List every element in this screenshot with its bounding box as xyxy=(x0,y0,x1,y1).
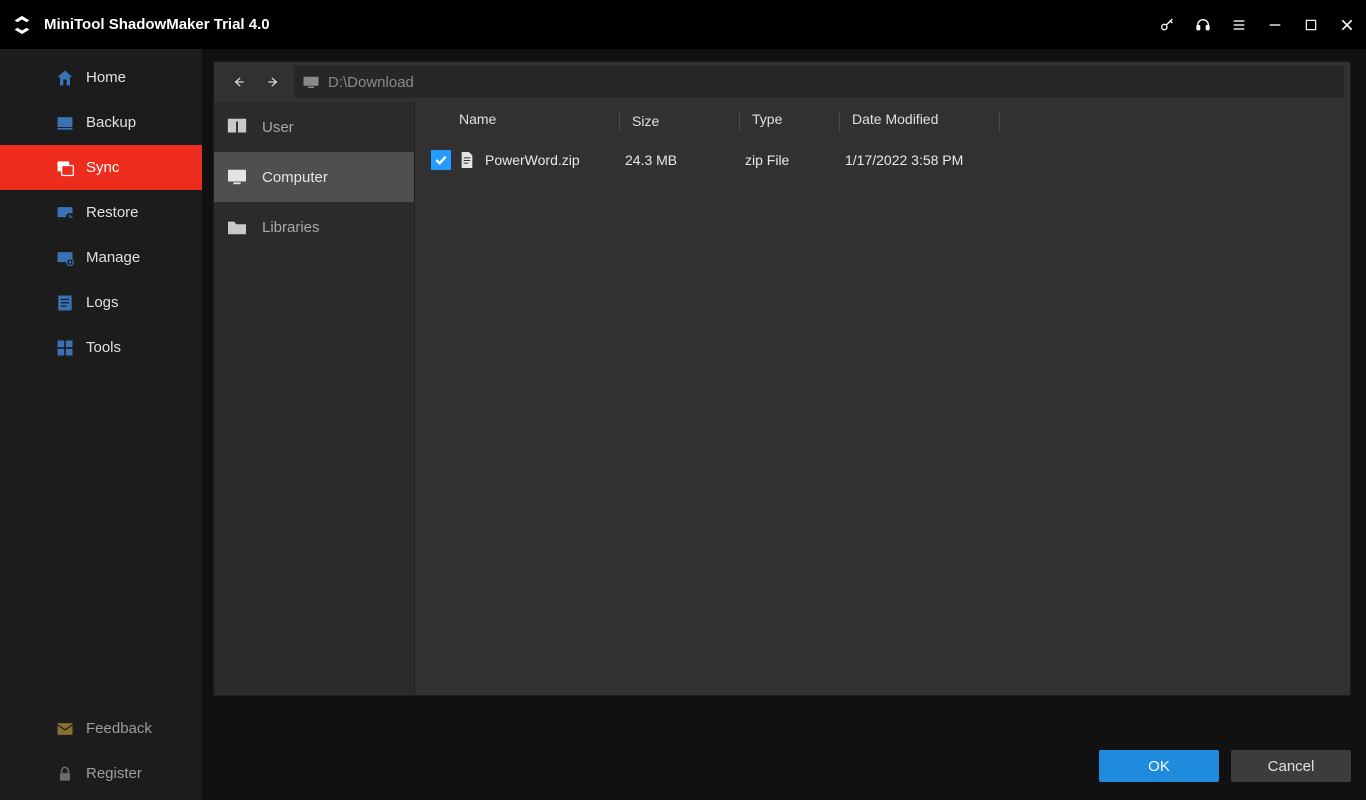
folder-icon xyxy=(226,218,248,236)
path-input[interactable]: D:\Download xyxy=(294,66,1344,98)
source-item-label: Libraries xyxy=(262,219,320,236)
sidebar-item-label: Manage xyxy=(86,249,140,266)
feedback-icon xyxy=(54,718,76,740)
sidebar-item-label: Backup xyxy=(86,114,136,131)
path-bar: D:\Download xyxy=(214,62,1350,102)
column-type[interactable]: Type xyxy=(739,111,839,131)
file-size: 24.3 MB xyxy=(613,150,733,170)
source-list: User Computer Libraries xyxy=(214,102,414,695)
sidebar-item-label: Logs xyxy=(86,294,119,311)
cancel-button[interactable]: Cancel xyxy=(1231,750,1351,782)
sidebar-item-backup[interactable]: Backup xyxy=(0,100,202,145)
app-logo-icon xyxy=(10,13,34,37)
file-icon xyxy=(459,150,477,170)
manage-icon xyxy=(54,247,76,269)
source-item-label: Computer xyxy=(262,169,328,186)
main-panel: D:\Download User Co xyxy=(202,49,1366,800)
maximize-button[interactable] xyxy=(1302,16,1320,34)
source-item-user[interactable]: User xyxy=(214,102,414,152)
column-name[interactable]: Name xyxy=(459,111,619,131)
sidebar-item-feedback[interactable]: Feedback xyxy=(0,706,202,751)
sidebar-item-restore[interactable]: Restore xyxy=(0,190,202,235)
source-item-libraries[interactable]: Libraries xyxy=(214,202,414,252)
source-item-computer[interactable]: Computer xyxy=(214,152,414,202)
source-item-label: User xyxy=(262,119,294,136)
sidebar-item-home[interactable]: Home xyxy=(0,55,202,100)
minimize-button[interactable] xyxy=(1266,16,1284,34)
close-button[interactable] xyxy=(1338,16,1356,34)
file-checkbox[interactable] xyxy=(431,150,451,170)
sidebar-item-sync[interactable]: Sync xyxy=(0,145,202,190)
app-title: MiniTool ShadowMaker Trial 4.0 xyxy=(44,16,270,33)
back-button[interactable] xyxy=(222,62,256,102)
sidebar-item-label: Feedback xyxy=(86,720,152,737)
sidebar-item-label: Home xyxy=(86,69,126,86)
file-row[interactable]: PowerWord.zip 24.3 MB zip File 1/17/2022… xyxy=(415,140,1350,180)
sidebar-item-manage[interactable]: Manage xyxy=(0,235,202,280)
user-icon xyxy=(226,116,248,138)
titlebar: MiniTool ShadowMaker Trial 4.0 xyxy=(0,0,1366,49)
forward-button[interactable] xyxy=(256,62,290,102)
sidebar-item-label: Tools xyxy=(86,339,121,356)
computer-icon xyxy=(226,168,248,186)
menu-icon[interactable] xyxy=(1230,16,1248,34)
backup-icon xyxy=(54,112,76,134)
sync-icon xyxy=(54,157,76,179)
key-icon[interactable] xyxy=(1158,16,1176,34)
column-date[interactable]: Date Modified xyxy=(839,111,999,131)
column-size[interactable]: Size xyxy=(619,111,739,131)
file-name: PowerWord.zip xyxy=(485,152,613,168)
sidebar-item-logs[interactable]: Logs xyxy=(0,280,202,325)
sidebar-item-tools[interactable]: Tools xyxy=(0,325,202,370)
file-date: 1/17/2022 3:58 PM xyxy=(833,152,993,168)
headset-icon[interactable] xyxy=(1194,16,1212,34)
file-browser: D:\Download User Co xyxy=(213,61,1351,696)
monitor-icon xyxy=(302,75,320,89)
sidebar-item-label: Restore xyxy=(86,204,139,221)
sidebar-item-label: Register xyxy=(86,765,142,782)
dialog-buttons: OK Cancel xyxy=(1099,750,1351,782)
column-header: Name Size Type Date Modified xyxy=(415,102,1350,140)
sidebar: Home Backup Sync Restore Manage xyxy=(0,49,202,800)
tools-icon xyxy=(54,337,76,359)
logs-icon xyxy=(54,292,76,314)
ok-button[interactable]: OK xyxy=(1099,750,1219,782)
file-pane: Name Size Type Date Modified Power xyxy=(414,102,1350,695)
restore-icon xyxy=(54,202,76,224)
register-icon xyxy=(54,763,76,785)
path-text: D:\Download xyxy=(328,74,414,91)
sidebar-item-label: Sync xyxy=(86,159,119,176)
file-type: zip File xyxy=(733,152,833,168)
sidebar-item-register[interactable]: Register xyxy=(0,751,202,796)
home-icon xyxy=(54,67,76,89)
